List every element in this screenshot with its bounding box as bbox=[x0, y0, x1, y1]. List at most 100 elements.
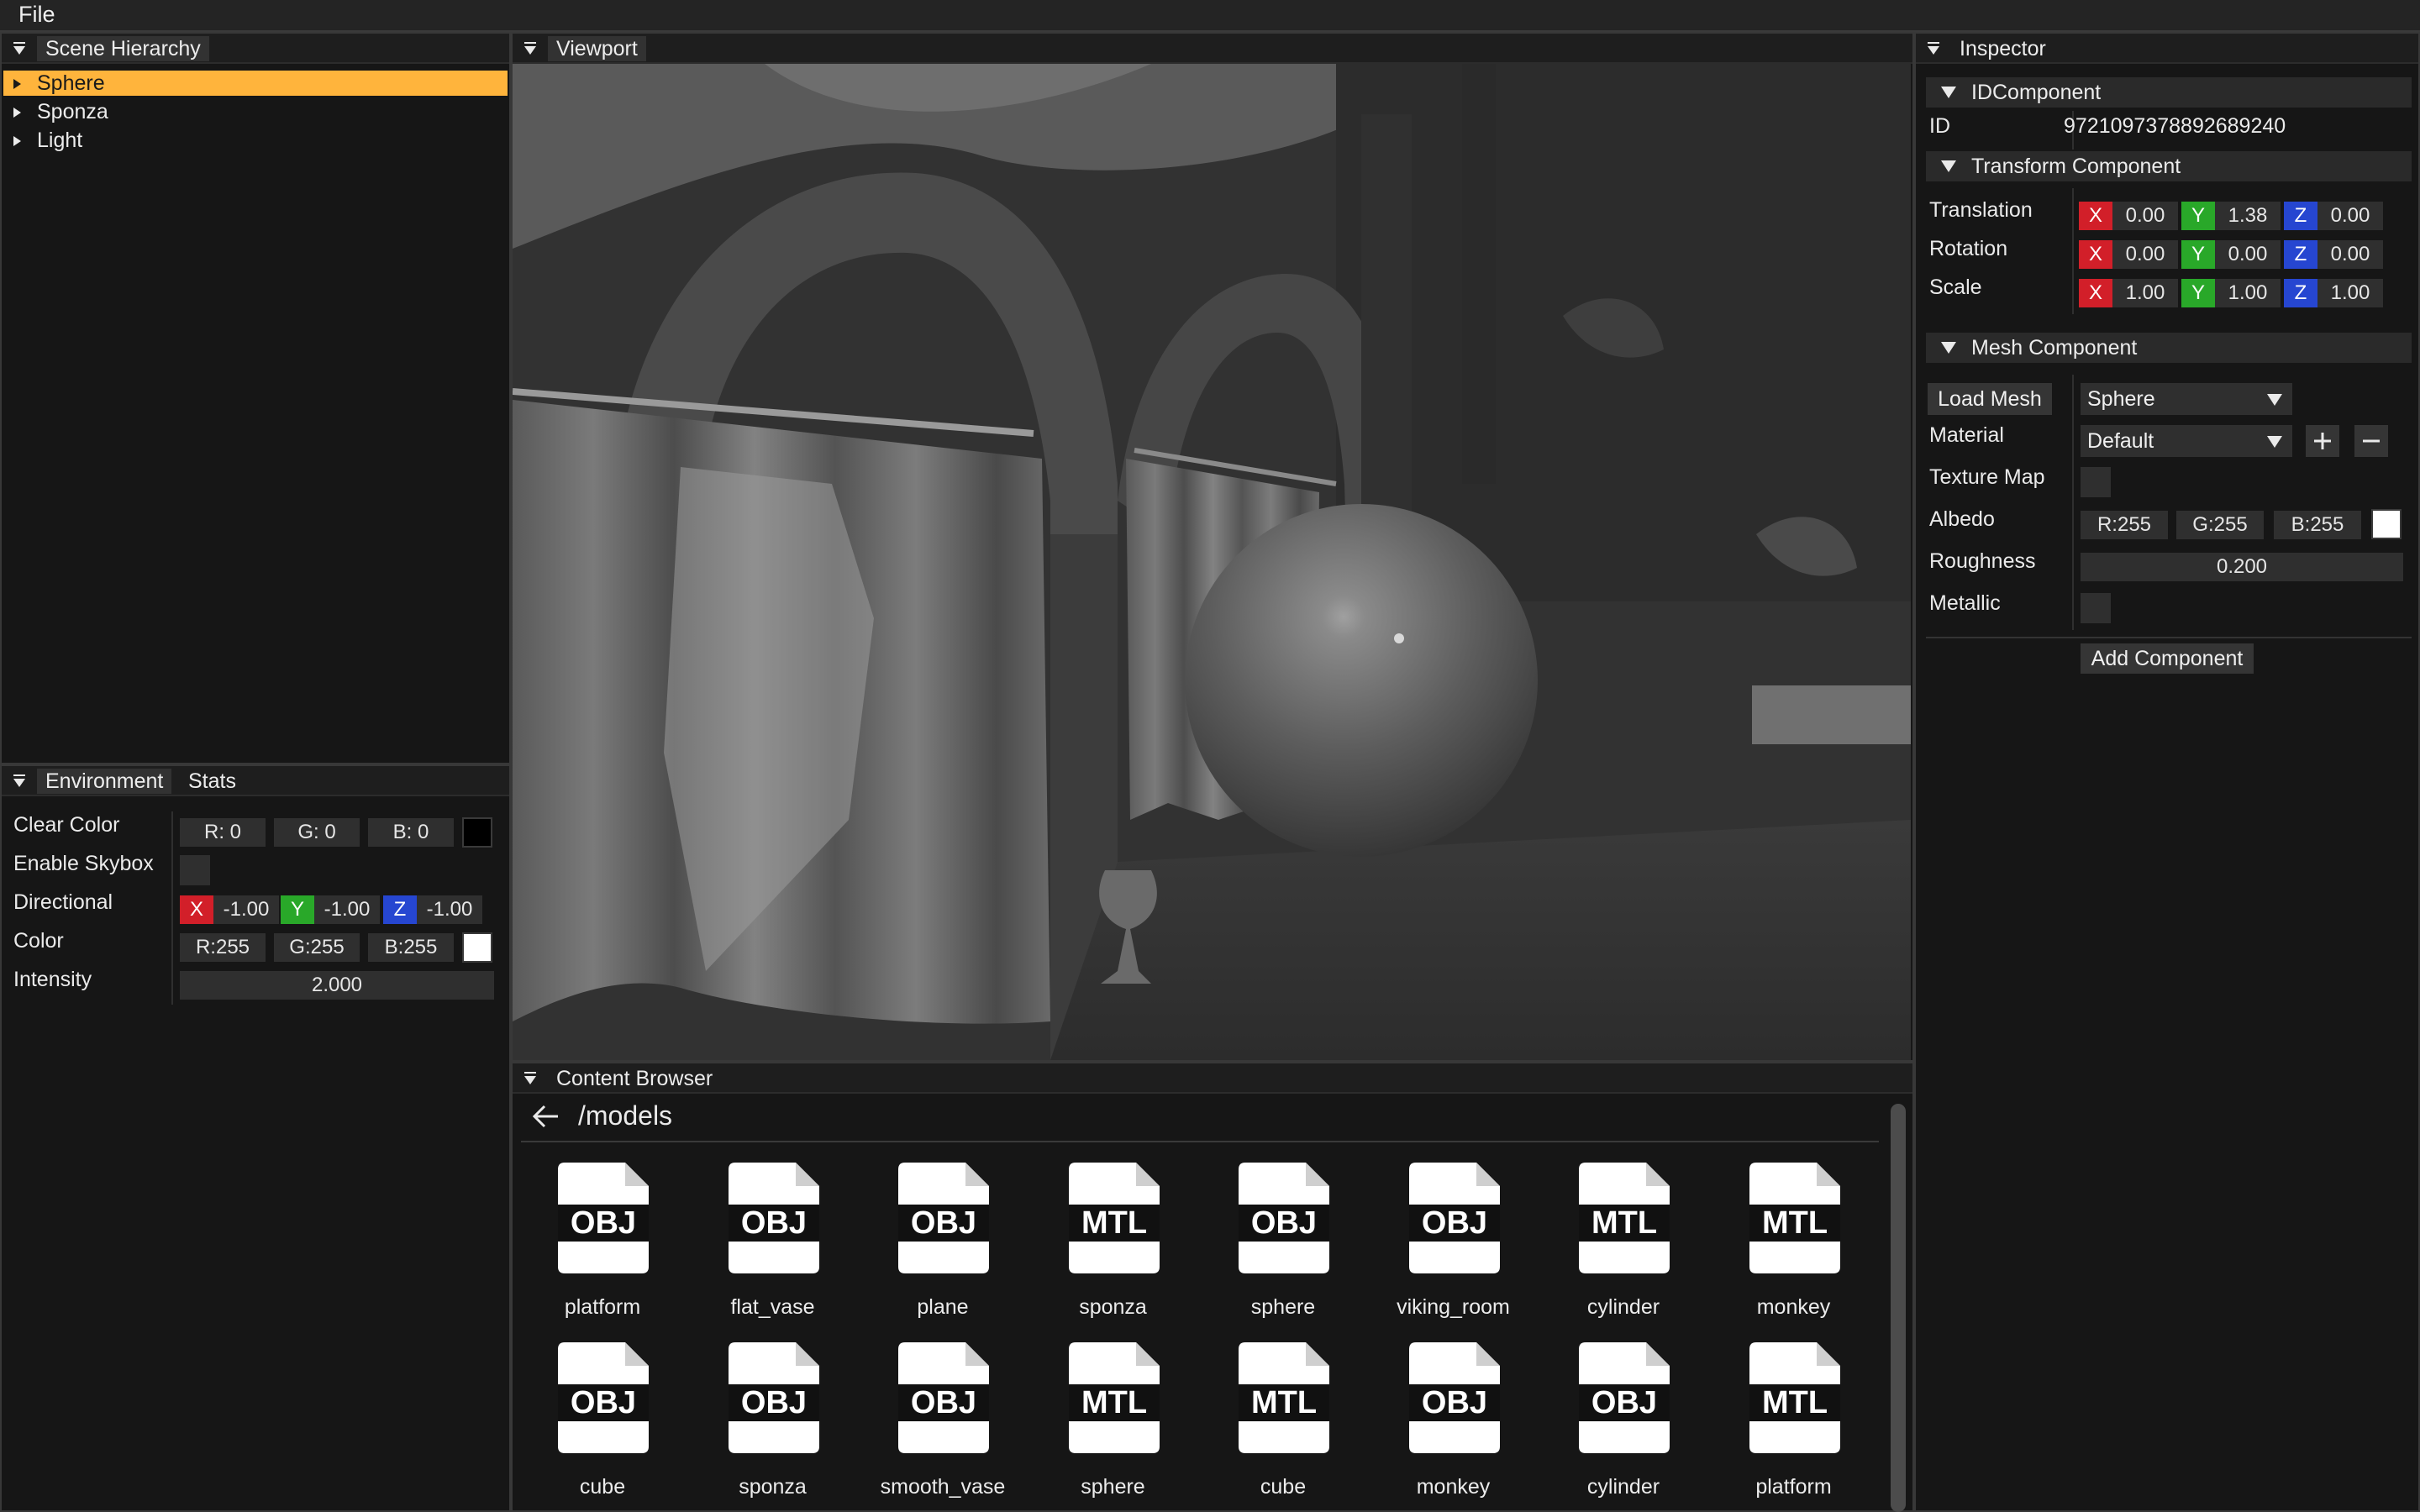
rotation-y-field[interactable]: 0.00 bbox=[2215, 240, 2281, 269]
collapse-arrow-icon bbox=[1941, 160, 1956, 172]
scale-y-field[interactable]: 1.00 bbox=[2215, 279, 2281, 307]
tab-environment[interactable]: Environment bbox=[37, 769, 172, 794]
chevron-down-icon bbox=[2267, 394, 2282, 406]
file-item[interactable]: OBJ plane bbox=[871, 1163, 1014, 1331]
scale-z-tag: Z bbox=[2284, 279, 2317, 307]
directional-y-tag: Y bbox=[281, 895, 314, 924]
directional-label: Directional bbox=[13, 890, 113, 914]
tab-inspector[interactable]: Inspector bbox=[1951, 36, 2054, 61]
add-material-button[interactable] bbox=[2306, 425, 2339, 457]
transform-component-header[interactable]: Transform Component bbox=[1926, 151, 2412, 181]
albedo-r-field[interactable]: R:255 bbox=[2081, 511, 2168, 539]
enable-skybox-checkbox[interactable] bbox=[180, 855, 210, 885]
clear-color-swatch[interactable] bbox=[462, 817, 492, 848]
rotation-x-field[interactable]: 0.00 bbox=[2112, 240, 2178, 269]
content-scrollbar[interactable] bbox=[1891, 1104, 1906, 1512]
file-type-label: OBJ bbox=[740, 1385, 806, 1420]
material-select[interactable]: Default bbox=[2081, 425, 2292, 457]
albedo-b-field[interactable]: B:255 bbox=[2274, 511, 2361, 539]
file-item[interactable]: OBJ flat_vase bbox=[702, 1163, 844, 1331]
file-icon: MTL bbox=[1239, 1342, 1329, 1453]
load-mesh-button[interactable]: Load Mesh bbox=[1928, 383, 2052, 415]
tab-scene-hierarchy[interactable]: Scene Hierarchy bbox=[37, 36, 209, 61]
file-type-label: OBJ bbox=[1421, 1385, 1486, 1420]
scale-x-field[interactable]: 1.00 bbox=[2112, 279, 2178, 307]
enable-skybox-label: Enable Skybox bbox=[13, 852, 154, 875]
collapse-arrow-icon[interactable] bbox=[523, 1071, 538, 1086]
file-item[interactable]: OBJ sponza bbox=[702, 1342, 844, 1510]
color-r-field[interactable]: R:255 bbox=[180, 933, 266, 962]
add-component-button[interactable]: Add Component bbox=[2081, 643, 2254, 674]
intensity-slider[interactable]: 2.000 bbox=[180, 971, 494, 1000]
file-item[interactable]: OBJ sphere bbox=[1212, 1163, 1355, 1331]
file-item[interactable]: OBJ cylinder bbox=[1552, 1342, 1695, 1510]
file-item[interactable]: MTL sponza bbox=[1042, 1163, 1185, 1331]
roughness-label: Roughness bbox=[1929, 549, 2036, 573]
color-b-field[interactable]: B:255 bbox=[368, 933, 454, 962]
scale-z-field[interactable]: 1.00 bbox=[2317, 279, 2383, 307]
file-icon: MTL bbox=[1749, 1163, 1840, 1273]
color-label: Color bbox=[13, 929, 64, 953]
color-g-field[interactable]: G:255 bbox=[274, 933, 360, 962]
albedo-swatch[interactable] bbox=[2371, 509, 2402, 539]
expand-arrow-icon[interactable] bbox=[13, 108, 21, 118]
file-type-label: MTL bbox=[1081, 1385, 1146, 1420]
collapse-arrow-icon[interactable] bbox=[523, 41, 538, 56]
directional-y-field[interactable]: -1.00 bbox=[314, 895, 380, 924]
albedo-g-field[interactable]: G:255 bbox=[2176, 511, 2264, 539]
clear-color-r-field[interactable]: R: 0 bbox=[180, 818, 266, 847]
file-type-label: MTL bbox=[1251, 1385, 1317, 1420]
texture-map-checkbox[interactable] bbox=[2081, 467, 2111, 497]
clear-color-b-field[interactable]: B: 0 bbox=[368, 818, 454, 847]
file-item[interactable]: OBJ smooth_vase bbox=[871, 1342, 1014, 1510]
translation-x-field[interactable]: 0.00 bbox=[2112, 202, 2178, 230]
inspector-titlebar: Inspector bbox=[1916, 34, 2418, 64]
menu-file[interactable]: File bbox=[18, 2, 55, 28]
metallic-checkbox[interactable] bbox=[2081, 593, 2111, 623]
clear-color-g-field[interactable]: G: 0 bbox=[274, 818, 360, 847]
file-icon: MTL bbox=[1579, 1163, 1670, 1273]
file-item[interactable]: OBJ platform bbox=[531, 1163, 674, 1331]
component-title: IDComponent bbox=[1971, 81, 2102, 104]
color-swatch[interactable] bbox=[462, 932, 492, 963]
directional-z-field[interactable]: -1.00 bbox=[417, 895, 482, 924]
file-item[interactable]: MTL platform bbox=[1723, 1342, 1865, 1510]
remove-material-button[interactable] bbox=[2354, 425, 2388, 457]
file-name: cube bbox=[1260, 1475, 1307, 1499]
mesh-select[interactable]: Sphere bbox=[2081, 383, 2292, 415]
scene-hierarchy-titlebar: Scene Hierarchy bbox=[2, 34, 509, 64]
file-item[interactable]: OBJ viking_room bbox=[1382, 1163, 1525, 1331]
collapse-arrow-icon[interactable] bbox=[1926, 41, 1941, 56]
file-item[interactable]: OBJ cube bbox=[531, 1342, 674, 1510]
component-title: Transform Component bbox=[1971, 155, 2181, 178]
hierarchy-item-sponza[interactable]: Sponza bbox=[3, 99, 508, 124]
translation-z-field[interactable]: 0.00 bbox=[2317, 202, 2383, 230]
file-item[interactable]: MTL monkey bbox=[1723, 1163, 1865, 1331]
file-type-label: OBJ bbox=[1591, 1385, 1657, 1420]
roughness-slider[interactable]: 0.200 bbox=[2081, 553, 2403, 581]
tab-content-browser[interactable]: Content Browser bbox=[548, 1066, 721, 1091]
file-item[interactable]: OBJ monkey bbox=[1382, 1342, 1525, 1510]
file-item[interactable]: MTL sphere bbox=[1042, 1342, 1185, 1510]
file-type-label: MTL bbox=[1591, 1205, 1657, 1241]
id-component-header[interactable]: IDComponent bbox=[1926, 77, 2412, 108]
expand-arrow-icon[interactable] bbox=[13, 136, 21, 146]
file-item[interactable]: MTL cube bbox=[1212, 1342, 1355, 1510]
tab-viewport[interactable]: Viewport bbox=[548, 36, 646, 61]
hierarchy-item-light[interactable]: Light bbox=[3, 128, 508, 153]
rotation-z-field[interactable]: 0.00 bbox=[2317, 240, 2383, 269]
material-select-value: Default bbox=[2087, 429, 2154, 453]
hierarchy-item-sphere[interactable]: Sphere bbox=[3, 71, 508, 96]
viewport-render[interactable] bbox=[513, 64, 1911, 1060]
mesh-component-header[interactable]: Mesh Component bbox=[1926, 333, 2412, 363]
back-arrow-icon[interactable] bbox=[531, 1104, 561, 1129]
file-type-label: OBJ bbox=[571, 1205, 636, 1241]
file-item[interactable]: MTL cylinder bbox=[1552, 1163, 1695, 1331]
tab-stats[interactable]: Stats bbox=[180, 769, 245, 794]
translation-y-field[interactable]: 1.38 bbox=[2215, 202, 2281, 230]
collapse-arrow-icon[interactable] bbox=[12, 774, 27, 789]
directional-x-field[interactable]: -1.00 bbox=[213, 895, 279, 924]
expand-arrow-icon[interactable] bbox=[13, 79, 21, 89]
file-icon: OBJ bbox=[898, 1342, 989, 1453]
collapse-arrow-icon[interactable] bbox=[12, 41, 27, 56]
